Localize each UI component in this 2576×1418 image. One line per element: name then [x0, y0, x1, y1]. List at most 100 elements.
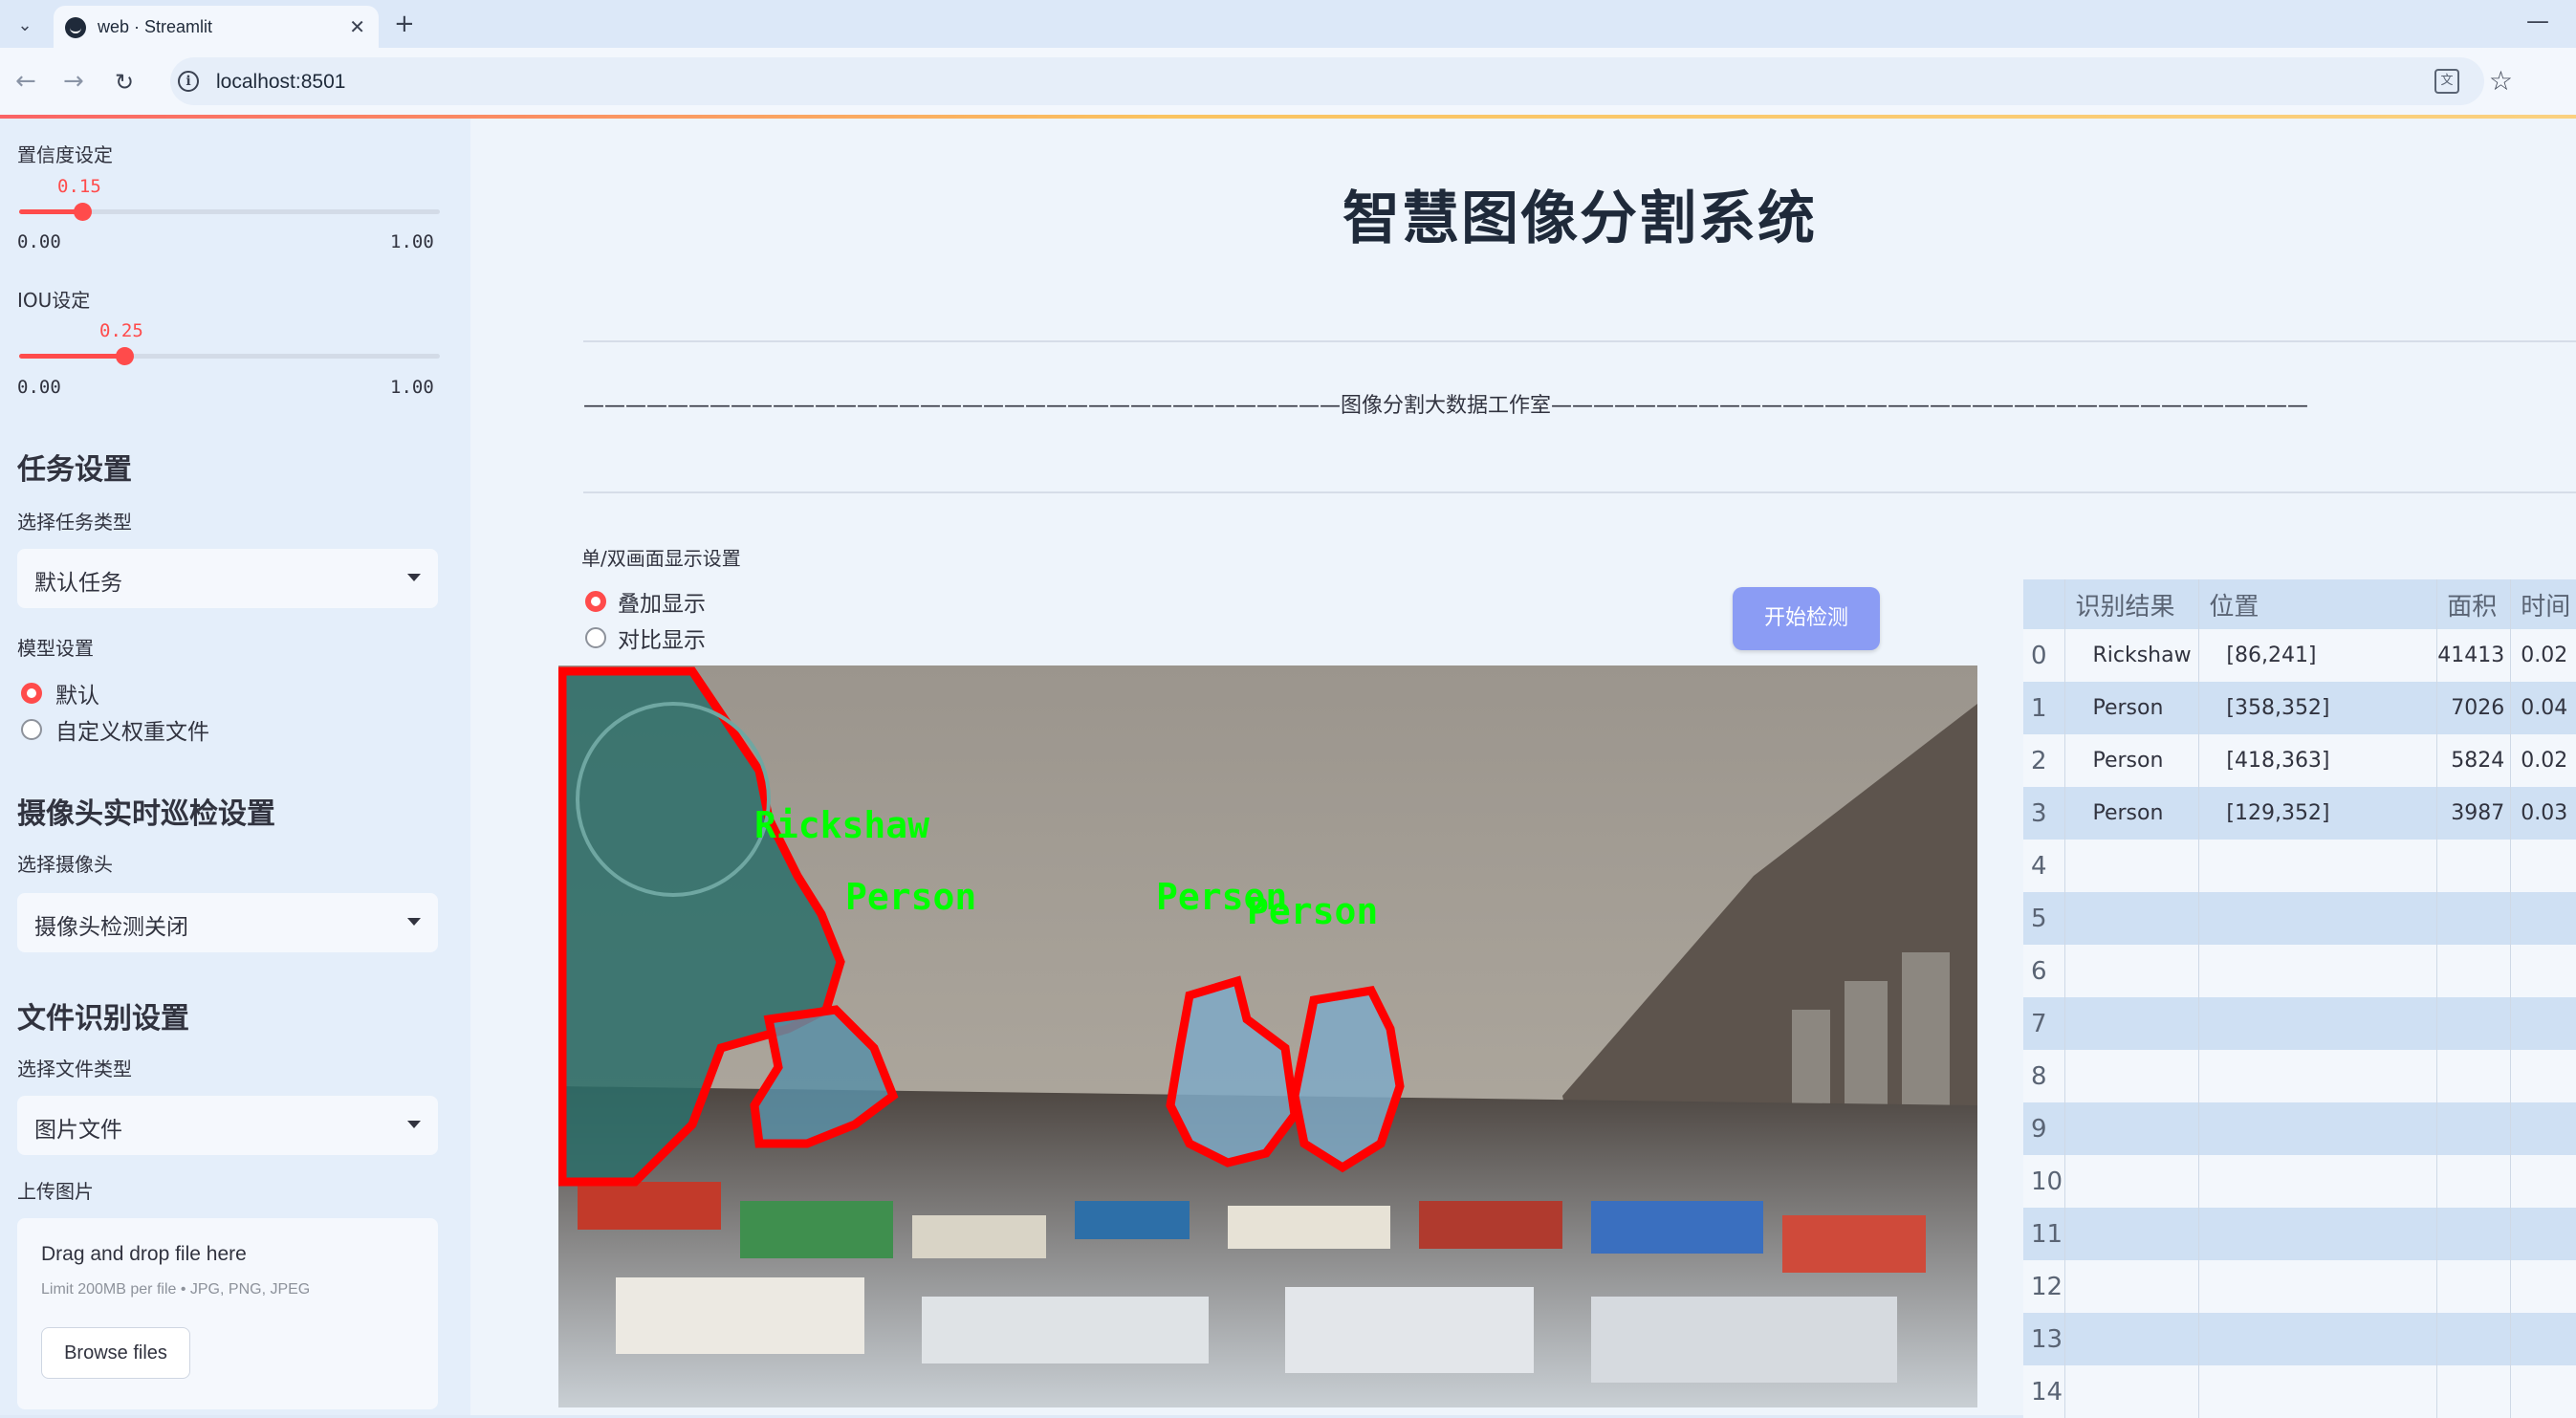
cell-area: [2436, 1313, 2512, 1365]
cell-time: [2510, 1208, 2576, 1260]
cell-position: [2198, 1208, 2438, 1260]
col-time[interactable]: 时间: [2510, 579, 2576, 629]
cell-position: [358,352]: [2198, 682, 2438, 734]
cell-position: [2198, 945, 2438, 997]
results-table: 识别结果 位置 面积 时间 0 Rickshaw [86,241] 41413 0.02…: [2023, 579, 2576, 1418]
file-type-label: 选择文件类型: [17, 1058, 132, 1080]
model-option-custom[interactable]: 自定义权重文件: [55, 713, 209, 746]
task-type-value: 默认任务: [34, 571, 122, 596]
cell-area: [2436, 945, 2512, 997]
display-option-compare[interactable]: 对比显示: [618, 622, 706, 654]
row-index: 7: [2023, 997, 2066, 1050]
url-text[interactable]: localhost:8501: [216, 71, 345, 94]
cell-position: [2198, 1102, 2438, 1155]
cell-time: 0.02: [2510, 734, 2576, 787]
row-index: 14: [2023, 1365, 2066, 1418]
col-position[interactable]: 位置: [2198, 579, 2438, 629]
table-row: 3 Person [129,352] 3987 0.03: [2023, 787, 2576, 840]
cell-position: [129,352]: [2198, 787, 2438, 840]
cell-time: [2510, 892, 2576, 945]
row-index: 0: [2023, 629, 2066, 682]
chevron-down-icon: [407, 574, 421, 581]
display-option-overlay[interactable]: 叠加显示: [618, 585, 706, 618]
confidence-min: 0.00: [17, 231, 61, 252]
table-row: 11: [2023, 1208, 2576, 1260]
row-index: 8: [2023, 1050, 2066, 1102]
row-index: 10: [2023, 1155, 2066, 1208]
table-row: 4: [2023, 840, 2576, 892]
cell-area: [2436, 1208, 2512, 1260]
table-row: 9: [2023, 1102, 2576, 1155]
cell-position: [2198, 1050, 2438, 1102]
plus-icon[interactable]: +: [394, 10, 415, 38]
confidence-value: 0.15: [57, 176, 101, 197]
cell-result: [2064, 945, 2200, 997]
file-type-select[interactable]: 图片文件: [17, 1096, 438, 1155]
label-rickshaw: Rickshaw: [754, 804, 929, 846]
address-bar[interactable]: [170, 57, 2484, 105]
table-row: 8: [2023, 1050, 2576, 1102]
translate-icon[interactable]: 文: [2434, 69, 2459, 94]
cell-time: [2510, 1260, 2576, 1313]
row-index: 12: [2023, 1260, 2066, 1313]
upload-limit: Limit 200MB per file • JPG, PNG, JPEG: [41, 1281, 311, 1298]
forward-arrow-icon[interactable]: →: [63, 67, 84, 96]
cell-position: [2198, 1365, 2438, 1418]
cell-result: [2064, 840, 2200, 892]
iou-slider-thumb[interactable]: [116, 347, 134, 365]
cell-position: [2198, 1155, 2438, 1208]
upload-label: 上传图片: [17, 1180, 94, 1203]
table-row: 2 Person [418,363] 5824 0.02: [2023, 734, 2576, 787]
confidence-max: 1.00: [390, 231, 434, 252]
cell-area: 7026: [2436, 682, 2512, 734]
browse-files-button[interactable]: Browse files: [41, 1327, 190, 1379]
divider-top: [583, 340, 2576, 342]
camera-select[interactable]: 摄像头检测关闭: [17, 893, 438, 952]
model-option-default[interactable]: 默认: [55, 677, 99, 709]
cell-result: Person: [2064, 682, 2200, 734]
row-index: 6: [2023, 945, 2066, 997]
file-heading: 文件识别设置: [17, 1002, 189, 1036]
cell-result: [2064, 1260, 2200, 1313]
display-radio-overlay[interactable]: [585, 591, 606, 612]
streamlit-favicon: [65, 17, 86, 38]
iou-slider-fill: [19, 354, 124, 359]
row-index: 9: [2023, 1102, 2066, 1155]
start-detection-button[interactable]: 开始检测: [1733, 587, 1880, 650]
iou-slider[interactable]: [19, 347, 440, 365]
iou-label: IOU设定: [17, 289, 91, 312]
browser-tab[interactable]: web · Streamlit ✕: [54, 6, 379, 48]
task-type-label: 选择任务类型: [17, 511, 132, 534]
page-title: 智慧图像分割系统: [1343, 185, 1817, 252]
confidence-slider[interactable]: [19, 203, 440, 221]
task-heading: 任务设置: [17, 453, 132, 487]
close-icon[interactable]: ✕: [349, 15, 365, 38]
file-dropzone[interactable]: Drag and drop file here Limit 200MB per …: [17, 1218, 438, 1409]
task-type-select[interactable]: 默认任务: [17, 549, 438, 608]
col-area[interactable]: 面积: [2436, 579, 2512, 629]
col-index: [2023, 579, 2066, 629]
row-index: 11: [2023, 1208, 2066, 1260]
table-row: 0 Rickshaw [86,241] 41413 0.02: [2023, 629, 2576, 682]
table-header-row: 识别结果 位置 面积 时间: [2023, 579, 2576, 629]
minimize-icon[interactable]: —: [2526, 8, 2549, 34]
model-radio-default[interactable]: [21, 683, 42, 704]
divider-bottom: [583, 491, 2576, 493]
col-result[interactable]: 识别结果: [2064, 579, 2200, 629]
cell-time: 0.03: [2510, 787, 2576, 840]
cell-time: [2510, 1155, 2576, 1208]
cell-result: [2064, 1313, 2200, 1365]
star-icon[interactable]: ☆: [2489, 65, 2513, 97]
main-content: 智慧图像分割系统 ———————————————————————————————…: [470, 119, 2576, 1418]
row-index: 2: [2023, 734, 2066, 787]
display-radio-compare[interactable]: [585, 627, 606, 648]
info-icon[interactable]: i: [178, 71, 199, 92]
cell-position: [2198, 840, 2438, 892]
cell-position: [86,241]: [2198, 629, 2438, 682]
reload-icon[interactable]: ↻: [115, 69, 134, 96]
tab-menu-icon[interactable]: ⌄: [10, 10, 40, 40]
table-row: 12: [2023, 1260, 2576, 1313]
confidence-slider-thumb[interactable]: [74, 203, 92, 221]
back-arrow-icon[interactable]: ←: [15, 67, 36, 96]
model-radio-custom[interactable]: [21, 719, 42, 740]
